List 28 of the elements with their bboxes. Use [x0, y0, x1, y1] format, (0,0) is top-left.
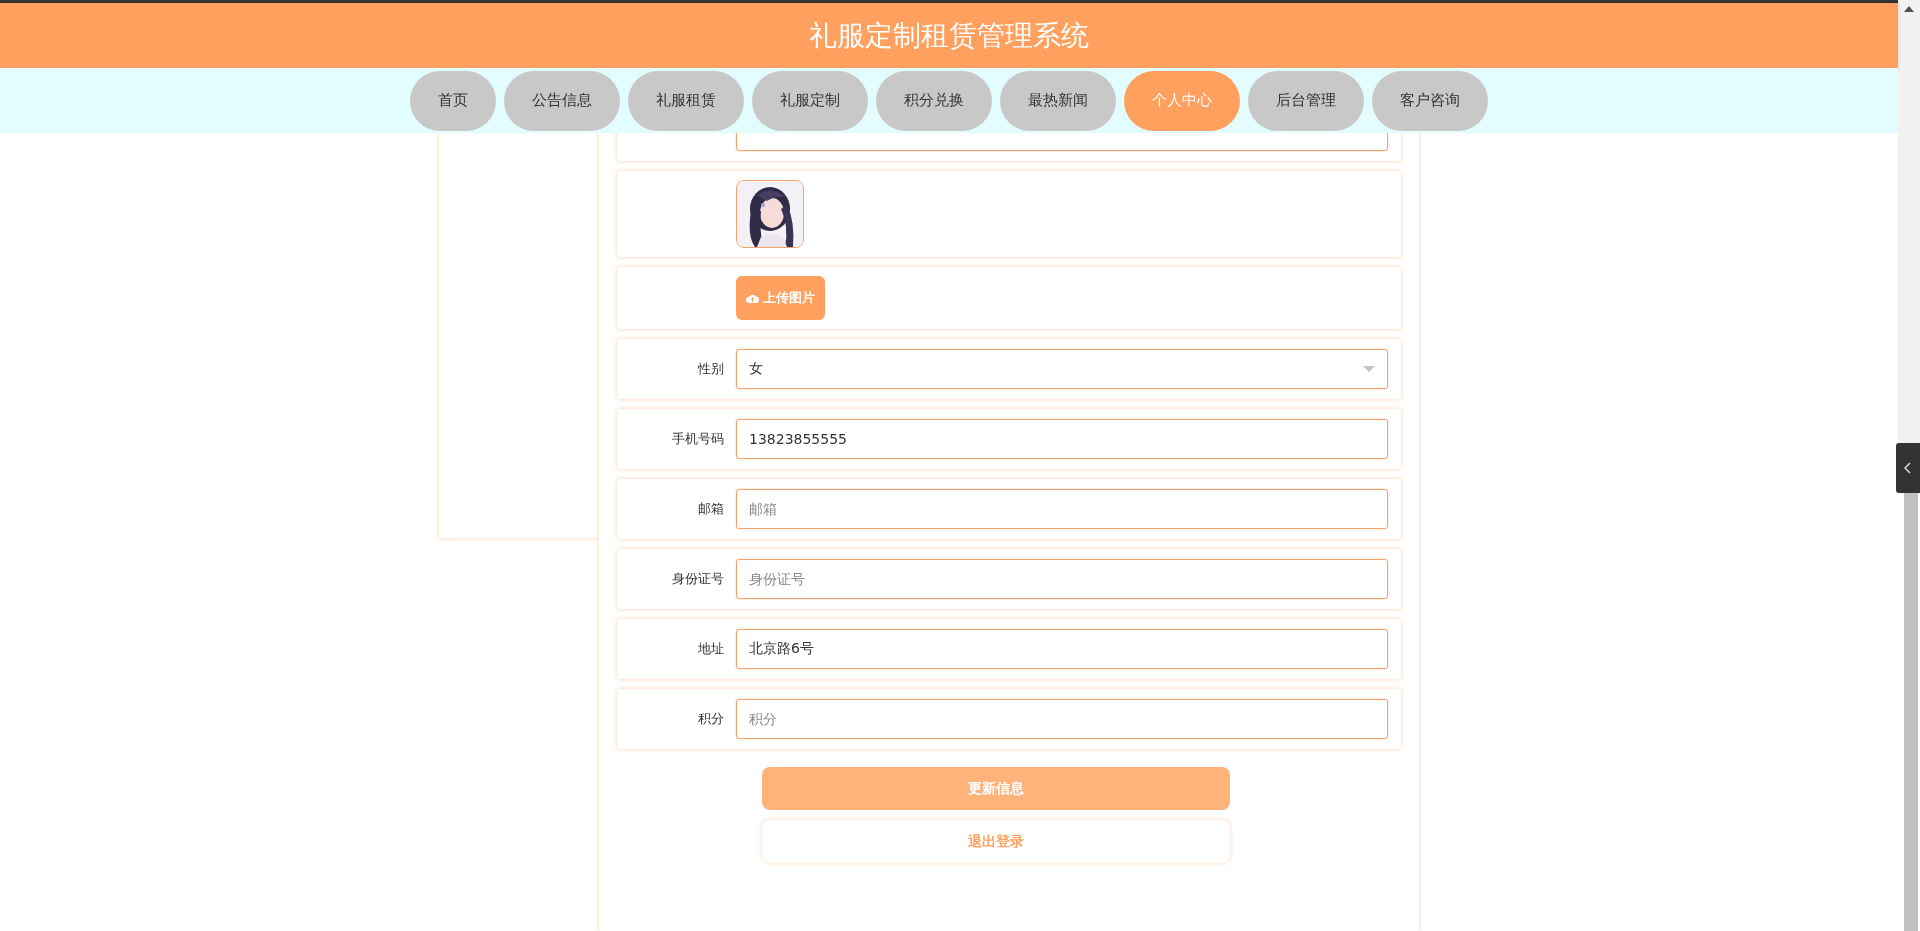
input-field[interactable]: 13823855555	[736, 419, 1388, 459]
chevron-left-icon	[1904, 462, 1912, 474]
nav-tab[interactable]: 后台管理	[1248, 70, 1364, 131]
collapse-tab[interactable]	[1896, 443, 1920, 493]
input-field[interactable]: 身份证号	[736, 559, 1388, 599]
nav-tab[interactable]: 首页	[410, 70, 496, 131]
input-field[interactable]: 北京路6号	[736, 629, 1388, 669]
input-field[interactable]: 邮箱	[736, 489, 1388, 529]
site-title: 礼服定制租赁管理系统	[809, 17, 1089, 54]
scrollbar[interactable]	[1898, 0, 1920, 443]
caret-icon	[1363, 365, 1375, 373]
field-label: 手机号码	[671, 430, 725, 448]
select-field[interactable]: 女	[736, 349, 1388, 389]
nav-tab[interactable]: 礼服租赁	[628, 70, 744, 131]
cloud-upload-icon	[746, 293, 759, 303]
nav-tab[interactable]: 礼服定制	[752, 70, 868, 131]
field-label: 地址	[697, 640, 725, 658]
field-label: 邮箱	[697, 500, 725, 518]
input-field[interactable]: 积分	[736, 699, 1388, 739]
scroll-up-icon[interactable]	[1904, 6, 1914, 12]
nav-tab[interactable]: 客户咨询	[1372, 70, 1488, 131]
scroll-thumb[interactable]	[1904, 493, 1918, 931]
nav-tab[interactable]: 最热新闻	[1000, 70, 1116, 131]
field-label: 身份证号	[671, 570, 725, 588]
nav-tab[interactable]: 积分兑换	[876, 70, 992, 131]
nav-tab[interactable]: 公告信息	[504, 70, 620, 131]
field-label: 性别	[697, 360, 725, 378]
field-label: 积分	[697, 710, 725, 728]
